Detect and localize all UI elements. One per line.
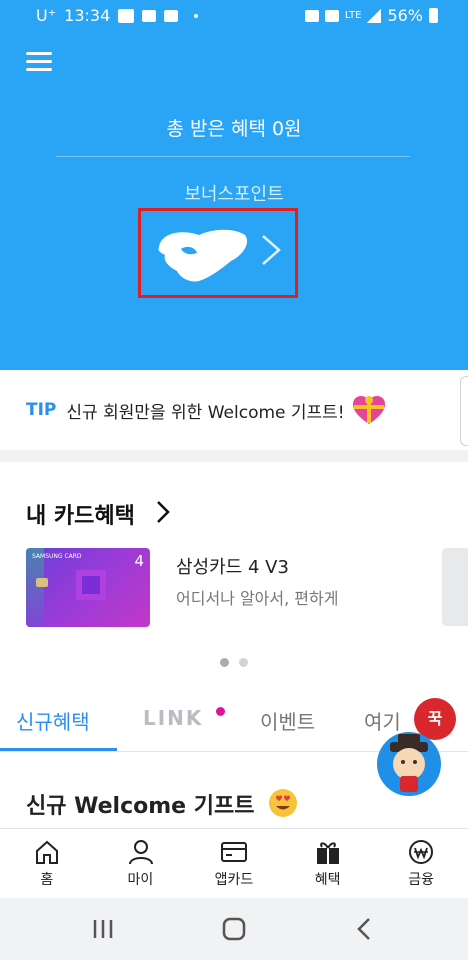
time-label: 13:34 <box>64 6 111 25</box>
gift-heart-icon <box>352 396 385 424</box>
person-icon <box>128 840 153 865</box>
bottom-navigation: 홈 마이 앱카드 혜택 금융 <box>0 828 468 898</box>
back-icon[interactable] <box>350 916 380 942</box>
mascot-icon[interactable] <box>376 724 442 798</box>
bonus-point-label: 보너스포인트 <box>184 184 284 205</box>
chevron-right-icon <box>262 235 281 265</box>
image-notification-icon <box>118 8 135 23</box>
alarm-icon <box>304 9 319 22</box>
message-notification-icon <box>142 9 157 22</box>
battery-label: 56% <box>387 6 423 25</box>
chevron-right-icon[interactable] <box>156 500 170 524</box>
side-drawer-handle[interactable] <box>460 376 468 446</box>
benefit-hero: 총 받은 혜택 0원 보너스포인트 <box>0 32 468 370</box>
total-benefit-text: 총 받은 혜택 0원 <box>166 118 302 140</box>
mute-icon <box>324 9 339 22</box>
carrier-label: U⁺ <box>36 6 57 25</box>
bonus-point-button[interactable] <box>138 208 298 298</box>
card-icon <box>221 842 248 862</box>
nav-finance[interactable]: 금융 <box>374 829 468 899</box>
won-icon <box>409 840 434 864</box>
card-logo-square <box>76 570 106 600</box>
next-card-peek[interactable] <box>442 548 468 626</box>
nav-finance-label: 금융 <box>408 872 435 888</box>
menu-icon[interactable] <box>26 52 52 72</box>
tab-event[interactable]: 이벤트 <box>260 706 315 735</box>
carousel-dot <box>238 658 248 667</box>
card-brand: SAMSUNG CARD <box>32 553 82 560</box>
redacted-value-icon <box>158 229 248 282</box>
home-button-icon[interactable] <box>219 916 249 942</box>
tab-link[interactable]: LINK <box>143 706 203 730</box>
my-card-benefit-section: 내 카드혜택 SAMSUNG CARD 4 삼성카드 4 V3 어디서나 알아서… <box>0 462 468 686</box>
status-bar: U⁺ 13:34 LTE 56% <box>0 0 468 32</box>
new-badge-dot <box>216 707 225 716</box>
nav-my-label: 마이 <box>127 872 154 888</box>
nav-app-card[interactable]: 앱카드 <box>187 829 281 899</box>
nav-benefit[interactable]: 혜택 <box>281 829 375 899</box>
gift-icon <box>316 842 339 864</box>
recent-apps-icon[interactable] <box>88 916 118 942</box>
section-title: 신규 Welcome 기프트 <box>26 794 255 819</box>
card-number-badge: 4 <box>134 552 144 570</box>
carousel-indicator <box>0 652 468 671</box>
hero-divider <box>56 156 410 157</box>
heart-eyes-emoji-icon <box>269 789 297 817</box>
system-navigation-bar <box>0 898 468 960</box>
more-notifications-icon <box>194 13 199 18</box>
my-card-benefit-title[interactable]: 내 카드혜택 <box>26 498 135 530</box>
app-notification-icon <box>164 9 179 22</box>
nav-home[interactable]: 홈 <box>0 829 94 899</box>
carousel-dot-active <box>220 658 230 667</box>
home-icon <box>36 840 58 864</box>
signal-icon <box>367 8 382 23</box>
nav-app-card-label: 앱카드 <box>214 872 254 888</box>
tab-new-benefit[interactable]: 신규혜택 <box>16 706 90 735</box>
battery-icon <box>429 8 438 23</box>
tip-label: TIP <box>26 400 57 420</box>
card-chip <box>36 578 48 587</box>
nav-benefit-label: 혜택 <box>314 872 341 888</box>
card-image[interactable]: SAMSUNG CARD 4 <box>26 548 150 627</box>
tip-text: 신규 회원만을 위한 Welcome 기프트! <box>66 402 345 423</box>
card-name[interactable]: 삼성카드 4 V3 <box>176 553 289 579</box>
tip-banner[interactable]: TIP 신규 회원만을 위한 Welcome 기프트! <box>0 370 468 450</box>
card-description: 어디서나 알아서, 편하게 <box>176 589 339 608</box>
nav-my[interactable]: 마이 <box>94 829 188 899</box>
nav-home-label: 홈 <box>40 872 54 888</box>
active-tab-indicator <box>0 748 117 751</box>
network-label: LTE <box>344 10 362 21</box>
